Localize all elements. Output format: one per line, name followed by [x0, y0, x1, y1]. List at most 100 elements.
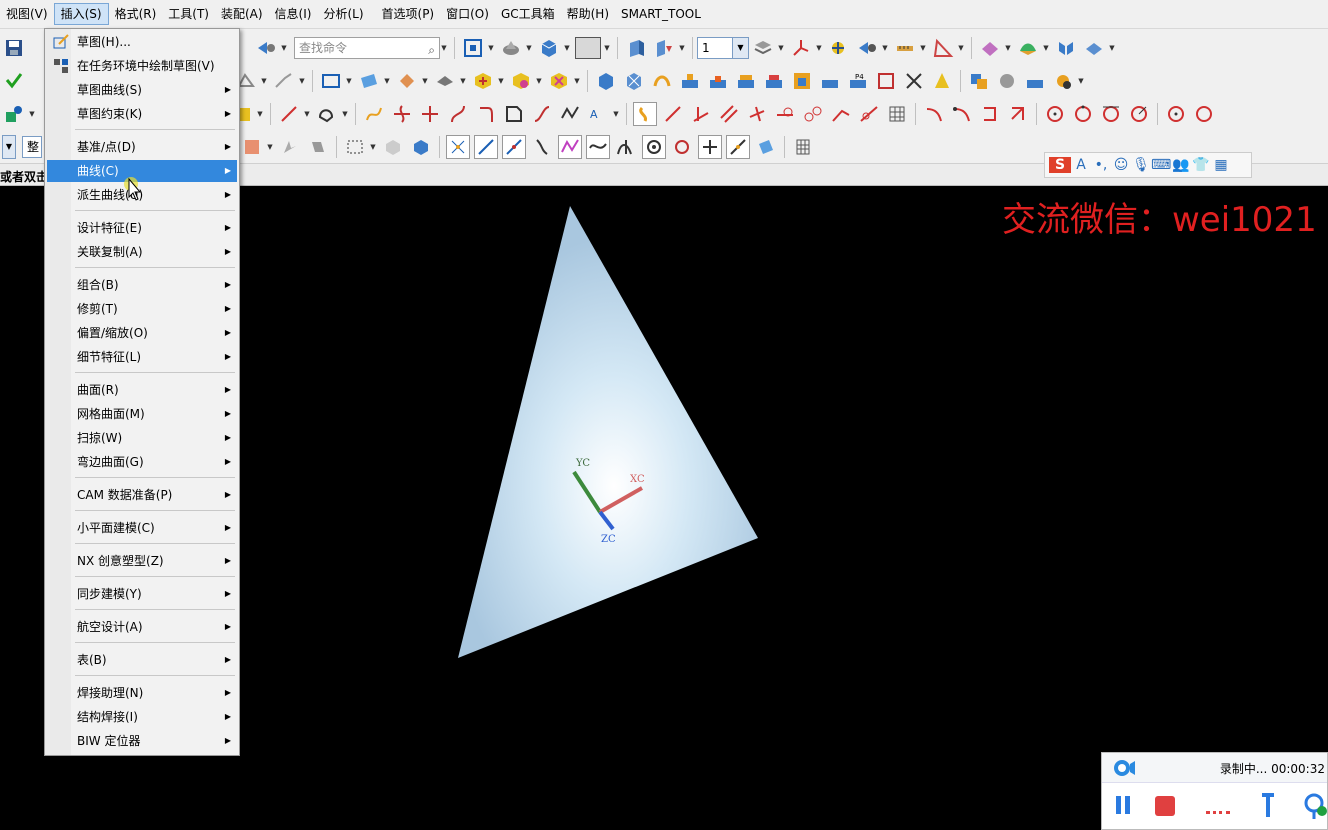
arc-icon[interactable]: [922, 102, 946, 126]
edit-curve-icon[interactable]: [272, 69, 296, 93]
menu-format[interactable]: 格式(R): [109, 3, 163, 25]
select-body-icon[interactable]: [381, 135, 405, 159]
rectangle-icon[interactable]: [319, 69, 343, 93]
draft-icon[interactable]: [930, 69, 954, 93]
pad-icon[interactable]: [734, 69, 758, 93]
circle-three-point-icon[interactable]: [1071, 102, 1095, 126]
finish-sketch-icon[interactable]: [2, 69, 26, 93]
snap-tangent-icon[interactable]: [614, 135, 638, 159]
menu-item-sketch[interactable]: 草图(H)...: [47, 31, 237, 53]
menu-preferences[interactable]: 首选项(P): [376, 3, 441, 25]
text-curve-icon[interactable]: A: [586, 102, 610, 126]
thread-icon[interactable]: [818, 69, 842, 93]
wcs-icon[interactable]: [789, 36, 813, 60]
menu-item-table[interactable]: 表(B) ▶: [47, 649, 237, 671]
bridge-curve-icon[interactable]: [530, 102, 554, 126]
snap-point-icon[interactable]: [827, 36, 851, 60]
mate-icon[interactable]: [1023, 69, 1047, 93]
menu-item-datum-point[interactable]: 基准/点(D) ▶: [47, 136, 237, 158]
line-icon[interactable]: [277, 102, 301, 126]
circle-diameter-icon[interactable]: [1192, 102, 1216, 126]
menu-item-cam-data-prep[interactable]: CAM 数据准备(P) ▶: [47, 484, 237, 506]
toolbox-icon[interactable]: ▦: [1211, 157, 1231, 173]
sogou-logo-icon[interactable]: S: [1049, 157, 1071, 173]
snap-point-on-icon[interactable]: [698, 134, 722, 159]
menu-information[interactable]: 信息(I): [269, 3, 318, 25]
snap-control-icon[interactable]: [502, 134, 526, 159]
view-tools-icon[interactable]: [1082, 36, 1106, 60]
punctuation-icon[interactable]: •,: [1091, 157, 1111, 173]
menu-item-mesh-surface[interactable]: 网格曲面(M) ▶: [47, 403, 237, 425]
line-tangent-icon[interactable]: [773, 102, 797, 126]
snap-intersection-icon[interactable]: [530, 135, 554, 159]
line-bisector-icon[interactable]: [829, 102, 853, 126]
circle-radius-icon[interactable]: [1127, 102, 1151, 126]
snap-midpoint-icon[interactable]: [474, 134, 498, 159]
component-icon[interactable]: [995, 69, 1019, 93]
menu-item-synchronous-modeling[interactable]: 同步建模(Y) ▶: [47, 583, 237, 605]
triangle-surface[interactable]: [458, 206, 758, 658]
intersect-curve-icon[interactable]: [418, 102, 442, 126]
boss-icon[interactable]: [678, 69, 702, 93]
filter-dropdown-icon[interactable]: ▼: [2, 134, 16, 159]
menu-item-trim[interactable]: 修剪(T) ▶: [47, 298, 237, 320]
font-icon[interactable]: A: [1071, 157, 1091, 173]
show-hide-icon[interactable]: [254, 36, 278, 60]
menu-view[interactable]: 视图(V): [0, 3, 54, 25]
offset-curve-icon[interactable]: [502, 102, 526, 126]
arc-tangent-icon[interactable]: [950, 102, 974, 126]
pause-icon[interactable]: [1114, 795, 1132, 815]
keyboard-icon[interactable]: ⌨: [1151, 157, 1171, 173]
measure-icon[interactable]: [893, 36, 917, 60]
skin-icon[interactable]: 👕: [1191, 157, 1211, 173]
menu-gc-toolbox[interactable]: GC工具箱: [495, 3, 561, 25]
circle-center-icon[interactable]: [1043, 102, 1067, 126]
trim-body-icon[interactable]: [433, 69, 457, 93]
menu-window[interactable]: 窗口(O): [440, 3, 495, 25]
composite-curve-icon[interactable]: [558, 102, 582, 126]
grid-snap-icon[interactable]: [791, 135, 815, 159]
select-solid-icon[interactable]: [409, 135, 433, 159]
command-search-input[interactable]: 查找命令 ⌕: [294, 36, 440, 59]
voice-icon[interactable]: 🎙: [1131, 157, 1151, 173]
menu-help[interactable]: 帮助(H): [561, 3, 615, 25]
explode-icon[interactable]: [1051, 69, 1075, 93]
unite-icon[interactable]: [471, 69, 495, 93]
snap-quadrant-icon[interactable]: [586, 134, 610, 159]
sweep-icon[interactable]: [650, 69, 674, 93]
snap-arrow-icon[interactable]: [278, 135, 302, 159]
layer-settings-icon[interactable]: [751, 36, 775, 60]
spline-icon[interactable]: [362, 102, 386, 126]
snap-on-curve-icon[interactable]: [726, 134, 750, 159]
angle-measure-icon[interactable]: [931, 36, 955, 60]
block-icon[interactable]: [594, 69, 618, 93]
emoji-icon[interactable]: ☺: [1111, 157, 1131, 173]
emboss-icon[interactable]: P4: [846, 69, 870, 93]
line-point-circle-icon[interactable]: [801, 102, 825, 126]
menu-item-sketch-constraint[interactable]: 草图约束(K) ▶: [47, 103, 237, 125]
orient-view-icon[interactable]: [537, 36, 561, 60]
polygon-icon[interactable]: [315, 102, 339, 126]
shape-icon[interactable]: [2, 102, 26, 126]
select-face-icon[interactable]: [240, 135, 264, 159]
selection-icon[interactable]: [855, 36, 879, 60]
zoom-tool-icon[interactable]: [1302, 791, 1328, 821]
grid-icon[interactable]: [885, 102, 909, 126]
menu-tools[interactable]: 工具(T): [162, 3, 215, 25]
stop-icon[interactable]: [1154, 795, 1176, 817]
groove-icon[interactable]: [790, 69, 814, 93]
snap-on-surface-icon[interactable]: [754, 135, 778, 159]
delete-face-icon[interactable]: [902, 69, 926, 93]
face-analysis-icon[interactable]: [978, 36, 1002, 60]
snap-move-icon[interactable]: [306, 135, 330, 159]
snap-circle-icon[interactable]: [670, 135, 694, 159]
clip-view-icon[interactable]: [652, 36, 676, 60]
save-icon[interactable]: [2, 36, 26, 60]
pen-tool-icon[interactable]: [1256, 791, 1280, 821]
menu-item-sweep[interactable]: 扫掠(W) ▶: [47, 427, 237, 449]
line-parallel-icon[interactable]: [717, 102, 741, 126]
helix-icon[interactable]: [390, 102, 414, 126]
slot-icon[interactable]: [762, 69, 786, 93]
mirror-icon[interactable]: [1054, 36, 1078, 60]
menu-item-facet-modeling[interactable]: 小平面建模(C) ▶: [47, 517, 237, 539]
